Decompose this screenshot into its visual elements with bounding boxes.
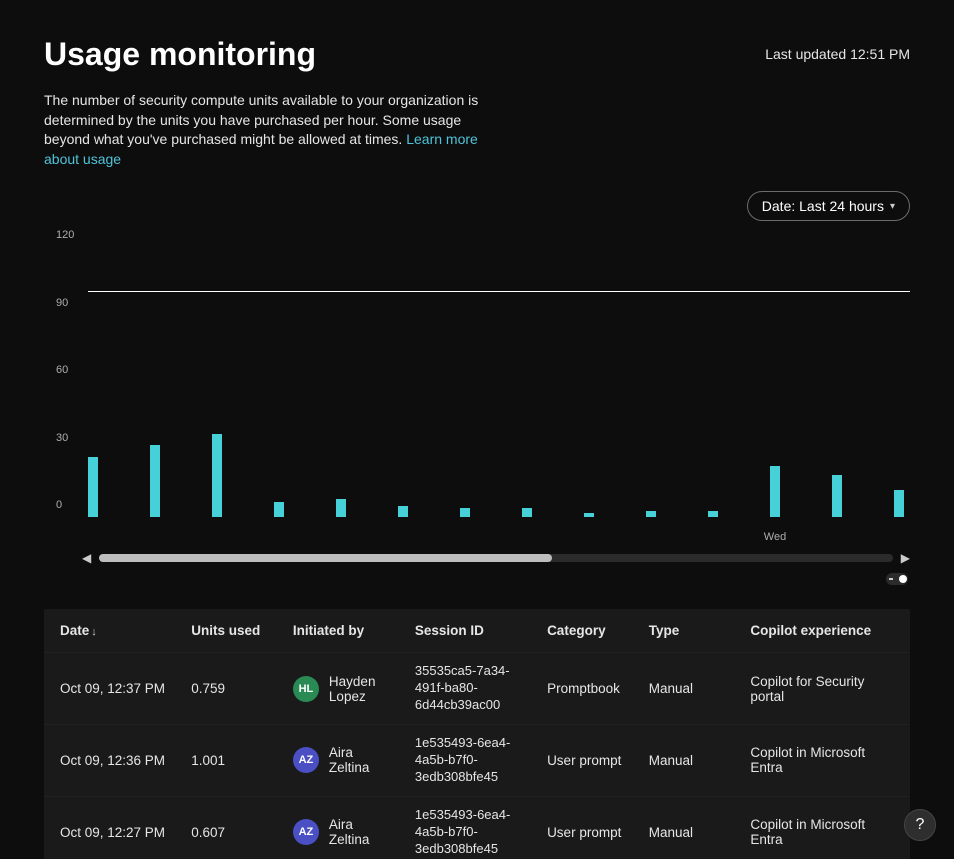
column-header[interactable]: Type: [637, 609, 739, 653]
avatar: AZ: [293, 747, 319, 773]
column-header[interactable]: Units used: [179, 609, 281, 653]
column-header-overflow: [886, 609, 910, 653]
avatar: HL: [293, 676, 319, 702]
cell-type: Manual: [637, 725, 739, 797]
cell-initiated-by: HL Hayden Lopez: [281, 653, 403, 725]
usage-bar[interactable]: [894, 490, 904, 517]
page-title: Usage monitoring: [44, 36, 316, 73]
column-header[interactable]: Date↓: [44, 609, 179, 653]
usage-bar[interactable]: [336, 499, 346, 517]
cell-experience: Copilot in Microsoft Entra: [738, 796, 885, 859]
cell-experience: Copilot for Security portal: [738, 653, 885, 725]
usage-bar[interactable]: [460, 508, 470, 517]
chart-scrollbar[interactable]: [99, 554, 893, 562]
cell-type: Manual: [637, 653, 739, 725]
column-header[interactable]: Session ID: [403, 609, 535, 653]
usage-bar[interactable]: [584, 513, 594, 518]
usage-bar[interactable]: [398, 506, 408, 517]
legend-toggle-icon[interactable]: [886, 573, 908, 585]
chevron-down-icon: ▾: [890, 201, 895, 212]
table-row[interactable]: Oct 09, 12:37 PM0.759 HL Hayden Lopez 35535…: [44, 653, 910, 725]
scroll-right-icon[interactable]: ▶: [901, 551, 910, 565]
y-axis-tick: 30: [56, 432, 68, 444]
y-axis-tick: 90: [56, 297, 68, 309]
page-description: The number of security compute units ava…: [44, 91, 504, 169]
cell-category: User prompt: [535, 725, 637, 797]
cell-experience: Copilot in Microsoft Entra: [738, 725, 885, 797]
user-name: Aira Zeltina: [329, 745, 391, 775]
cell-session-id: 1e535493-6ea4-4a5b-b7f0-3edb308bfe45: [403, 725, 535, 797]
usage-bar[interactable]: [646, 511, 656, 518]
column-header[interactable]: Initiated by: [281, 609, 403, 653]
cell-category: Promptbook: [535, 653, 637, 725]
help-button[interactable]: ?: [904, 809, 936, 841]
cell-session-id: 1e535493-6ea4-4a5b-b7f0-3edb308bfe45: [403, 796, 535, 859]
x-axis-label: Wed: [764, 531, 786, 543]
y-axis-tick: 60: [56, 364, 68, 376]
usage-bar[interactable]: [522, 508, 532, 517]
usage-bar[interactable]: [150, 445, 160, 517]
usage-bar[interactable]: [212, 434, 222, 517]
cell-date: Oct 09, 12:37 PM: [44, 653, 179, 725]
cell-type: Manual: [637, 796, 739, 859]
y-axis-tick: 120: [56, 229, 74, 241]
scroll-left-icon[interactable]: ◀: [82, 551, 91, 565]
usage-bar[interactable]: [770, 466, 780, 518]
cell-initiated-by: AZ Aira Zeltina: [281, 725, 403, 797]
cell-date: Oct 09, 12:36 PM: [44, 725, 179, 797]
user-name: Aira Zeltina: [329, 817, 391, 847]
usage-bar[interactable]: [274, 502, 284, 518]
y-axis-tick: 0: [56, 499, 62, 511]
help-icon: ?: [916, 816, 925, 834]
cell-units: 1.001: [179, 725, 281, 797]
column-header[interactable]: Copilot experience: [738, 609, 885, 653]
usage-bar[interactable]: [88, 457, 98, 518]
chart-scrollbar-thumb[interactable]: [99, 554, 551, 562]
cell-overflow: [886, 653, 910, 725]
cell-units: 0.607: [179, 796, 281, 859]
table-row[interactable]: Oct 09, 12:36 PM1.001 AZ Aira Zeltina 1e535…: [44, 725, 910, 797]
cell-initiated-by: AZ Aira Zeltina: [281, 796, 403, 859]
cell-category: User prompt: [535, 796, 637, 859]
usage-bar[interactable]: [832, 475, 842, 518]
usage-table: Date↓Units usedInitiated bySession IDCat…: [44, 609, 910, 859]
usage-chart: 0306090120Wed ◀ ▶: [44, 247, 910, 585]
last-updated: Last updated 12:51 PM: [765, 46, 910, 62]
cell-overflow: [886, 725, 910, 797]
date-filter-dropdown[interactable]: Date: Last 24 hours ▾: [747, 191, 910, 221]
cell-session-id: 35535ca5-7a34-491f-ba80-6d44cb39ac00: [403, 653, 535, 725]
user-name: Hayden Lopez: [329, 674, 391, 704]
usage-bar[interactable]: [708, 511, 718, 518]
column-header[interactable]: Category: [535, 609, 637, 653]
cell-units: 0.759: [179, 653, 281, 725]
cell-date: Oct 09, 12:27 PM: [44, 796, 179, 859]
date-filter-label: Date: Last 24 hours: [762, 198, 884, 214]
avatar: AZ: [293, 819, 319, 845]
table-row[interactable]: Oct 09, 12:27 PM0.607 AZ Aira Zeltina 1e535…: [44, 796, 910, 859]
sort-arrow-icon: ↓: [91, 626, 97, 638]
